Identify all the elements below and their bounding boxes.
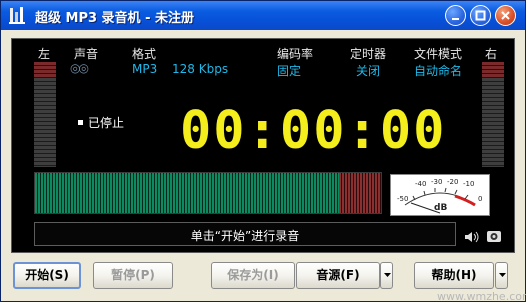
hint-text: 单击“开始”进行录音	[190, 229, 300, 243]
right-channel-label: 右	[485, 47, 498, 61]
left-channel-label: 左	[38, 47, 51, 61]
maximize-button[interactable]	[470, 5, 491, 26]
timer-setting-value[interactable]: 关闭	[356, 62, 380, 79]
dial-unit-db: dB	[434, 203, 447, 213]
format-label: 格式	[132, 47, 157, 61]
dial-tick-40: -40	[415, 180, 426, 188]
bitrate-mode-label: 编码率	[277, 47, 314, 61]
bitrate-value[interactable]: 128 Kbps	[172, 62, 228, 76]
source-dropdown-button[interactable]	[380, 262, 393, 289]
app-window: 超级 MP3 录音机 - 未注册 左 右 声音 ◎◎ 格式 MP3 128 Kb…	[0, 0, 526, 303]
dial-tick-30: -30	[431, 178, 442, 186]
file-mode-value[interactable]: 自动命名	[414, 62, 462, 79]
speaker-icon[interactable]	[464, 228, 480, 247]
minimize-button[interactable]	[445, 5, 466, 26]
source-button[interactable]: 音源(F)	[296, 262, 380, 289]
sound-label: 声音	[74, 47, 99, 61]
hint-bar: 单击“开始”进行录音	[34, 222, 456, 246]
dial-tick-50: -50	[397, 195, 408, 203]
dial-tick-10: -10	[463, 180, 474, 188]
watermark: www.wmzhe.com	[437, 290, 526, 303]
window-title: 超级 MP3 录音机 - 未注册	[35, 11, 195, 26]
dial-tick-20: -20	[447, 178, 458, 186]
pause-button[interactable]: 暂停(P)	[93, 262, 173, 289]
close-button[interactable]	[495, 5, 516, 26]
status-indicator	[78, 120, 83, 125]
right-level-meter	[482, 62, 504, 167]
bitrate-mode-value[interactable]: 固定	[277, 62, 301, 79]
vu-dial: -40 -30 -20 -10 -50 0 dB	[390, 174, 490, 216]
monitor-icon[interactable]	[486, 228, 502, 247]
recording-status: 已停止	[88, 116, 125, 130]
elapsed-time-display: 00:00:00	[180, 101, 447, 161]
help-button[interactable]: 帮助(H)	[414, 262, 494, 289]
sound-value[interactable]: ◎◎	[70, 61, 89, 75]
dial-tick-0: 0	[478, 195, 482, 203]
title-bar[interactable]: 超级 MP3 录音机 - 未注册	[1, 1, 525, 30]
microphone-icon	[7, 6, 27, 26]
timer-setting-label: 定时器	[350, 47, 387, 61]
horizontal-level-meter	[34, 172, 382, 214]
left-level-meter	[34, 62, 56, 167]
save-as-button[interactable]: 保存为(I)	[211, 262, 295, 289]
file-mode-label: 文件模式	[414, 47, 463, 61]
help-dropdown-button[interactable]	[495, 262, 508, 289]
format-value[interactable]: MP3	[132, 62, 157, 76]
recorder-display: 左 右 声音 ◎◎ 格式 MP3 128 Kbps 编码率 固定 定时器 关闭 …	[11, 38, 515, 253]
start-button[interactable]: 开始(S)	[13, 262, 81, 289]
